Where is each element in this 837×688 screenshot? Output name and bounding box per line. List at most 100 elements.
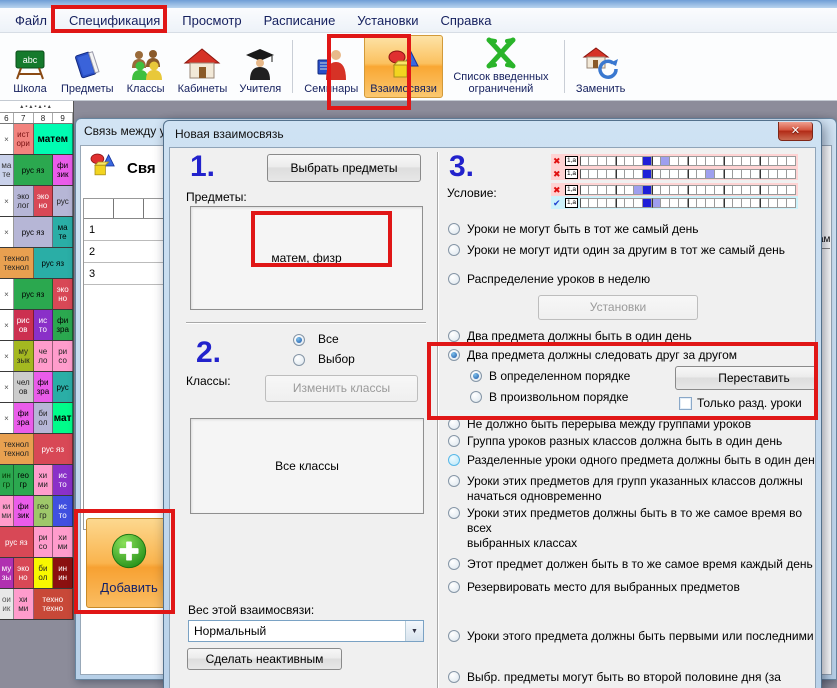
timetable-cell[interactable]: ма те <box>0 155 14 185</box>
timetable-cell[interactable]: гео гр <box>34 496 54 526</box>
settings-button[interactable]: Установки <box>538 295 698 320</box>
timetable-cell[interactable]: фи зик <box>14 496 34 526</box>
menu-item-Просмотр[interactable]: Просмотр <box>171 9 252 32</box>
timetable-cell[interactable]: хи ми <box>34 465 54 495</box>
timetable-cell[interactable]: техно техно <box>34 589 73 619</box>
timetable-cell[interactable]: × <box>0 403 14 433</box>
timetable-cell[interactable]: фи зик <box>53 155 73 185</box>
add-button[interactable]: Добавить <box>86 518 172 608</box>
edit-classes-button[interactable]: Изменить классы <box>265 375 418 402</box>
timetable-cell[interactable]: мат <box>53 403 73 433</box>
timetable-cell[interactable]: ис то <box>53 465 73 495</box>
select-subjects-button[interactable]: Выбрать предметы <box>267 154 421 182</box>
timetable-cell[interactable]: би ол <box>34 403 54 433</box>
toolbar-button-school[interactable]: abcШкола <box>5 35 55 98</box>
timetable-cell[interactable]: ма те <box>53 217 73 247</box>
condition-option[interactable]: Уроки этих предметов для групп указанных… <box>447 474 816 504</box>
timetable-cell[interactable]: эко лог <box>14 186 34 216</box>
condition-option[interactable]: Уроки этих предметов должны быть в то же… <box>447 506 816 551</box>
swap-button[interactable]: Переставить <box>675 366 816 390</box>
condition-option[interactable]: Уроки не могут быть в тот же самый день <box>447 222 816 237</box>
timetable-cell[interactable]: ки ми <box>0 496 14 526</box>
toolbar-button-rooms[interactable]: Кабинеты <box>172 35 234 98</box>
toolbar-button-replace[interactable]: Заменить <box>570 35 631 98</box>
timetable-cell[interactable]: ист ори <box>14 124 34 154</box>
condition-option[interactable]: Разделенные уроки одного предмета должны… <box>447 453 816 468</box>
timetable-cell[interactable]: му зык <box>14 341 34 371</box>
toolbar-button-teachers[interactable]: Учителя <box>233 35 287 98</box>
classes-choice-radio[interactable]: Выбор <box>292 352 355 366</box>
timetable-cell[interactable]: че ло <box>34 341 54 371</box>
timetable-cell[interactable]: би ол <box>34 558 54 588</box>
toolbar-button-constraints[interactable]: Список введенных ограничений <box>443 35 559 98</box>
timetable-cell[interactable]: ри со <box>53 341 73 371</box>
timetable-cell[interactable]: фи зра <box>53 310 73 340</box>
timetable-cell[interactable]: технол технол <box>0 434 34 464</box>
timetable-cell[interactable]: рус <box>53 372 73 402</box>
timetable-cell[interactable]: рус <box>53 186 73 216</box>
timetable-cell[interactable]: эко но <box>14 558 34 588</box>
deactivate-button[interactable]: Сделать неактивным <box>187 648 342 670</box>
close-button[interactable]: ✕ <box>778 122 813 141</box>
relation-row[interactable]: 1 <box>84 219 174 241</box>
timetable-cell[interactable]: ин ин <box>53 558 73 588</box>
menu-item-Расписание[interactable]: Расписание <box>253 9 347 32</box>
condition-option[interactable]: Два предмета должны следовать друг за др… <box>447 348 816 363</box>
condition-option[interactable]: Уроки не могут идти один за другим в тот… <box>447 243 816 258</box>
timetable-cell[interactable]: ои ик <box>0 589 14 619</box>
menu-item-Файл[interactable]: Файл <box>4 9 58 32</box>
timetable-cell[interactable]: ис то <box>34 310 54 340</box>
timetable-cell[interactable]: рус яз <box>0 527 34 557</box>
timetable-cell[interactable]: рус яз <box>14 155 53 185</box>
menu-item-Справка[interactable]: Справка <box>430 9 503 32</box>
menu-item-Спецификация[interactable]: Спецификация <box>58 9 171 32</box>
timetable-cell[interactable]: ри со <box>34 527 54 557</box>
timetable-cell[interactable]: фи зра <box>14 403 34 433</box>
toolbar-button-relations[interactable]: Взаимосвязи <box>364 35 443 98</box>
condition-option[interactable]: Распределение уроков в неделю <box>447 272 816 287</box>
toolbar-button-seminars[interactable]: Семинары <box>298 35 364 98</box>
timetable-cell[interactable]: рус яз <box>14 217 53 247</box>
timetable-cell[interactable]: рус яз <box>34 248 73 278</box>
relation-row[interactable]: 2 <box>84 241 174 263</box>
condition-option[interactable]: Уроки этого предмета должны быть первыми… <box>447 629 816 644</box>
timetable-cell[interactable]: рус яз <box>14 279 53 309</box>
timetable-cell[interactable]: ис то <box>53 496 73 526</box>
timetable-cell[interactable]: технол технол <box>0 248 34 278</box>
timetable-cell[interactable]: гео гр <box>14 465 34 495</box>
weight-select[interactable]: Нормальный ▼ <box>188 620 424 642</box>
condition-option[interactable]: Не должно быть перерыва между группами у… <box>447 417 816 432</box>
timetable-cell[interactable]: хи ми <box>53 527 73 557</box>
timetable-cell[interactable]: × <box>0 217 14 247</box>
toolbar-button-subjects[interactable]: Предметы <box>55 35 120 98</box>
relation-row[interactable]: 3 <box>84 263 174 285</box>
timetable-cell[interactable]: хи ми <box>14 589 34 619</box>
condition-option[interactable]: Этот предмет должен быть в то же самое в… <box>447 557 816 572</box>
condition-option[interactable]: Два предмета должны быть в один день <box>447 329 816 344</box>
timetable-cell[interactable]: чел ов <box>14 372 34 402</box>
timetable-cell[interactable]: эко но <box>53 279 73 309</box>
timetable-cell[interactable]: × <box>0 124 14 154</box>
only-split-lessons-checkbox[interactable]: Только разд. уроки <box>679 396 802 410</box>
timetable-cell[interactable]: эко но <box>34 186 54 216</box>
condition-option[interactable]: Группа уроков разных классов должна быть… <box>447 434 816 449</box>
menu-item-Установки[interactable]: Установки <box>346 9 429 32</box>
radio-icon <box>293 334 305 346</box>
timetable-cell[interactable]: му зы <box>0 558 14 588</box>
timetable-cell[interactable]: × <box>0 279 14 309</box>
timetable-cell[interactable]: матем <box>34 124 73 154</box>
condition-option[interactable]: Выбр. предметы могут быть во второй поло… <box>447 670 816 688</box>
condition-option[interactable]: Резервировать место для выбранных предме… <box>447 580 816 595</box>
timetable-cell[interactable]: ин гр <box>0 465 14 495</box>
timetable-cell[interactable]: рис ов <box>14 310 34 340</box>
timetable-cell[interactable]: рус яз <box>34 434 73 464</box>
timetable-cell[interactable]: × <box>0 310 14 340</box>
classes-all-radio[interactable]: Все <box>292 332 339 346</box>
toolbar-button-classes[interactable]: Классы <box>120 35 172 98</box>
timetable-cell[interactable]: × <box>0 186 14 216</box>
timetable-cell[interactable]: × <box>0 341 14 371</box>
timetable-cell[interactable]: × <box>0 372 14 402</box>
subjects-panel[interactable]: матем, физр <box>190 206 423 310</box>
timetable-cell[interactable]: фи зра <box>34 372 54 402</box>
classes-panel[interactable]: Все классы <box>190 418 424 514</box>
